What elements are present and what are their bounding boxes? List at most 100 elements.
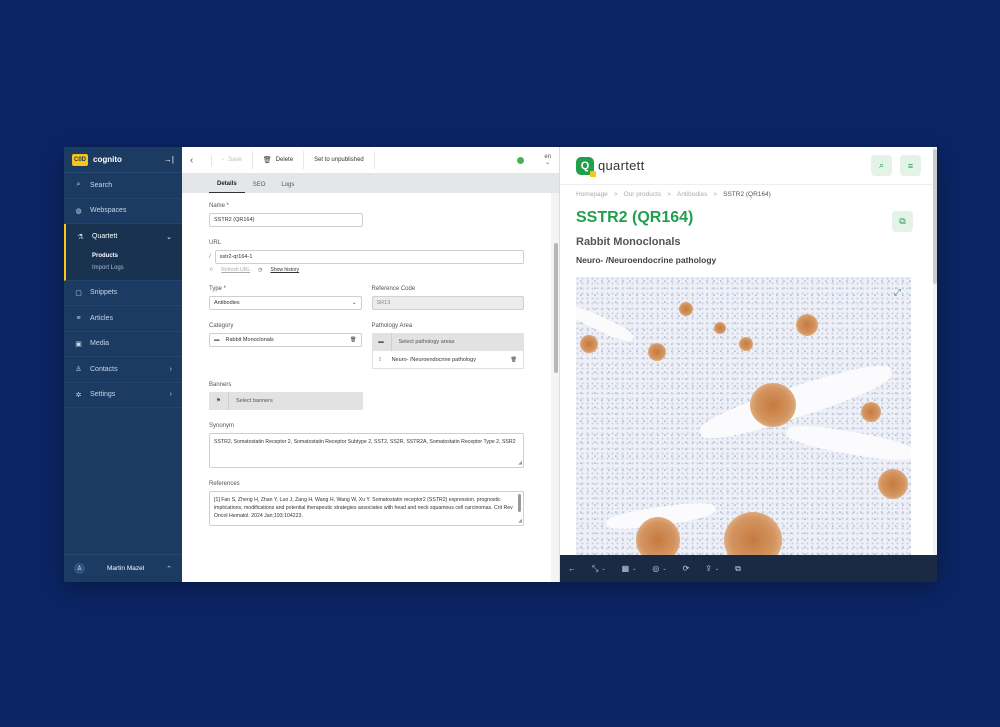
menu-icon[interactable]: ≡ xyxy=(900,155,921,176)
sidebar-item-articles[interactable]: ≡ Articles xyxy=(64,306,182,332)
synonym-label: Synonym xyxy=(209,423,235,429)
product-title: SSTR2 (QR164) xyxy=(576,209,694,226)
history-icon: ◷ xyxy=(258,267,263,273)
copy-icon[interactable]: ⧉ xyxy=(892,211,913,232)
preview-scrollbar[interactable] xyxy=(933,147,937,555)
sidebar-item-contacts[interactable]: ♙ Contacts › xyxy=(64,357,182,383)
share-button[interactable]: ⇪ ⌄ xyxy=(705,564,719,573)
editor-scrollbar[interactable] xyxy=(551,193,559,582)
pathology-label: Pathology Area xyxy=(371,323,413,329)
sidebar-subitem-products[interactable]: Products xyxy=(66,250,182,262)
flag-icon: ⚑ xyxy=(209,392,229,410)
breadcrumb-separator: > xyxy=(613,191,618,198)
calendar-icon: ▦ xyxy=(621,564,630,573)
sidebar-item-label: Contacts xyxy=(90,365,118,373)
category-value: Rabbit Monoclonals xyxy=(225,337,274,343)
tab-details[interactable]: Details xyxy=(209,181,245,193)
back-arrow-icon[interactable]: ← xyxy=(568,564,576,573)
textarea-scrollbar[interactable] xyxy=(518,494,521,512)
viewport-size-button[interactable]: ⤡ ⌄ xyxy=(592,564,606,574)
publish-status-indicator xyxy=(517,156,525,164)
chevron-right-icon: › xyxy=(169,365,172,373)
synonym-value: SSTR2, Somatostatin Receptor 2, Somatost… xyxy=(214,439,516,445)
chevron-down-icon: ⌄ xyxy=(662,565,667,572)
breadcrumb-our-products[interactable]: Our products xyxy=(624,191,662,198)
editor-scrollbar-thumb[interactable] xyxy=(554,243,558,373)
type-select[interactable]: Antibodies ⌄ xyxy=(209,296,362,310)
drag-handle-icon[interactable]: ⁞⁞ xyxy=(379,357,382,363)
sidebar-subitem-import-logs[interactable]: Import Logs xyxy=(66,262,182,274)
breadcrumb-current: SSTR2 (QR164) xyxy=(723,191,771,198)
pathology-picker[interactable]: ▬ Select pathology areas xyxy=(371,333,524,351)
chevron-down-icon: ⌄ xyxy=(714,565,720,572)
sidebar-item-media[interactable]: ▣ Media xyxy=(64,332,182,357)
url-input[interactable]: sstr2-qr164-1 xyxy=(214,250,524,264)
settings-icon: ✲ xyxy=(75,391,82,399)
trash-icon[interactable]: 🗑 xyxy=(350,337,356,343)
chevron-down-icon: ⌄ xyxy=(601,565,606,572)
date-button[interactable]: ▦ ⌄ xyxy=(622,564,637,573)
back-button[interactable]: ‹ xyxy=(190,154,212,166)
contacts-icon: ♙ xyxy=(75,366,82,374)
language-select[interactable]: en ⌄ xyxy=(544,154,551,166)
category-pathology-row: Category ▬ Rabbit Monoclonals 🗑 Patholog… xyxy=(209,323,524,369)
sidebar-item-settings[interactable]: ✲ Settings › xyxy=(64,383,182,408)
show-history-link[interactable]: Show history xyxy=(270,267,299,273)
collapse-sidebar-icon[interactable]: →| xyxy=(164,155,174,164)
details-form: Name * SSTR2 (QR164) URL / sstr2-qr164-1… xyxy=(182,193,551,582)
pathology-item-label: Neuro- /Neuroendocrine pathology xyxy=(391,356,476,363)
refcode-label: Reference Code xyxy=(371,286,416,292)
breadcrumb-separator: > xyxy=(713,191,718,198)
expand-icon[interactable]: ⤢ xyxy=(894,287,901,298)
name-input[interactable]: SSTR2 (QR164) xyxy=(209,213,363,227)
target-button[interactable]: ◎ ⌄ xyxy=(652,564,666,573)
resize-handle-icon[interactable]: ◢ xyxy=(518,459,522,467)
search-icon[interactable]: ⌕ xyxy=(871,155,892,176)
tab-logs[interactable]: Logs xyxy=(273,182,302,193)
sidebar-item-label: Quartett xyxy=(92,233,118,241)
trash-icon[interactable]: 🗑 xyxy=(511,357,517,363)
folder-icon: ▬ xyxy=(372,333,392,351)
user-menu[interactable]: ♙ Martin Mazel ⌃ xyxy=(64,554,182,582)
pathology-list-item: ⁞⁞ Neuro- /Neuroendocrine pathology 🗑 xyxy=(371,351,524,369)
product-image: ⤢ xyxy=(576,277,911,555)
refresh-icon: ⟲ xyxy=(209,267,214,273)
tab-seo[interactable]: SEO xyxy=(245,182,274,193)
sidebar-item-quartett[interactable]: ⚗ Quartett ⌄ xyxy=(66,224,182,250)
type-label: Type * xyxy=(209,286,227,292)
type-value: Antibodies xyxy=(214,300,240,306)
resize-icon: ⤡ xyxy=(592,563,599,573)
category-input[interactable]: ▬ Rabbit Monoclonals 🗑 xyxy=(209,333,362,347)
breadcrumb-antibodies[interactable]: Antibodies xyxy=(677,191,707,198)
synonym-field-group: Synonym SSTR2, Somatostatin Receptor 2, … xyxy=(209,423,524,468)
quartett-logo-icon: Q xyxy=(576,156,596,177)
refcode-input: SR13 xyxy=(371,296,524,310)
preview-bottom-toolbar: ← ⤡ ⌄ ▦ ⌄ ◎ ⌄ ⟳ ⇪ ⌄ ⧉ xyxy=(560,555,937,582)
banners-label: Banners xyxy=(209,382,232,388)
toolbar-divider xyxy=(303,151,305,169)
banners-picker[interactable]: ⚑ Select banners xyxy=(209,392,363,410)
references-textarea[interactable]: [1] Fan S, Zheng H, Zhan Y, Luo J, Zang … xyxy=(209,491,524,526)
save-button[interactable]: ▫ Save xyxy=(222,157,242,163)
breadcrumb: Homepage > Our products > Antibodies > S… xyxy=(560,185,937,204)
resize-handle-icon[interactable]: ◢ xyxy=(518,517,522,525)
references-value: [1] Fan S, Zheng H, Zhan Y, Luo J, Zang … xyxy=(214,497,513,519)
target-icon: ◎ xyxy=(652,564,660,573)
preview-header: Q quartett ⌕ ≡ xyxy=(560,147,937,185)
toolbar-divider xyxy=(251,151,253,169)
media-icon: ▣ xyxy=(75,340,82,348)
sidebar-item-search[interactable]: ⌕ Search xyxy=(64,173,182,199)
chevron-right-icon: › xyxy=(169,391,172,399)
unpublish-button[interactable]: Set to unpublished xyxy=(314,157,364,163)
external-link-icon[interactable]: ⧉ xyxy=(735,564,741,574)
breadcrumb-homepage[interactable]: Homepage xyxy=(576,191,608,198)
references-label: References xyxy=(209,481,240,487)
sidebar-item-label: Articles xyxy=(90,314,113,322)
synonym-textarea[interactable]: SSTR2, Somatostatin Receptor 2, Somatost… xyxy=(209,433,524,468)
sidebar-item-webspaces[interactable]: ◍ Webspaces xyxy=(64,199,182,224)
delete-button[interactable]: 🗑 Delete xyxy=(263,156,293,164)
refresh-url-link[interactable]: Refresh URL xyxy=(221,267,250,273)
sidebar-item-snippets[interactable]: ▢ Snippets xyxy=(64,281,182,306)
user-name: Martin Mazel xyxy=(106,565,145,572)
refresh-icon[interactable]: ⟳ xyxy=(683,564,690,573)
